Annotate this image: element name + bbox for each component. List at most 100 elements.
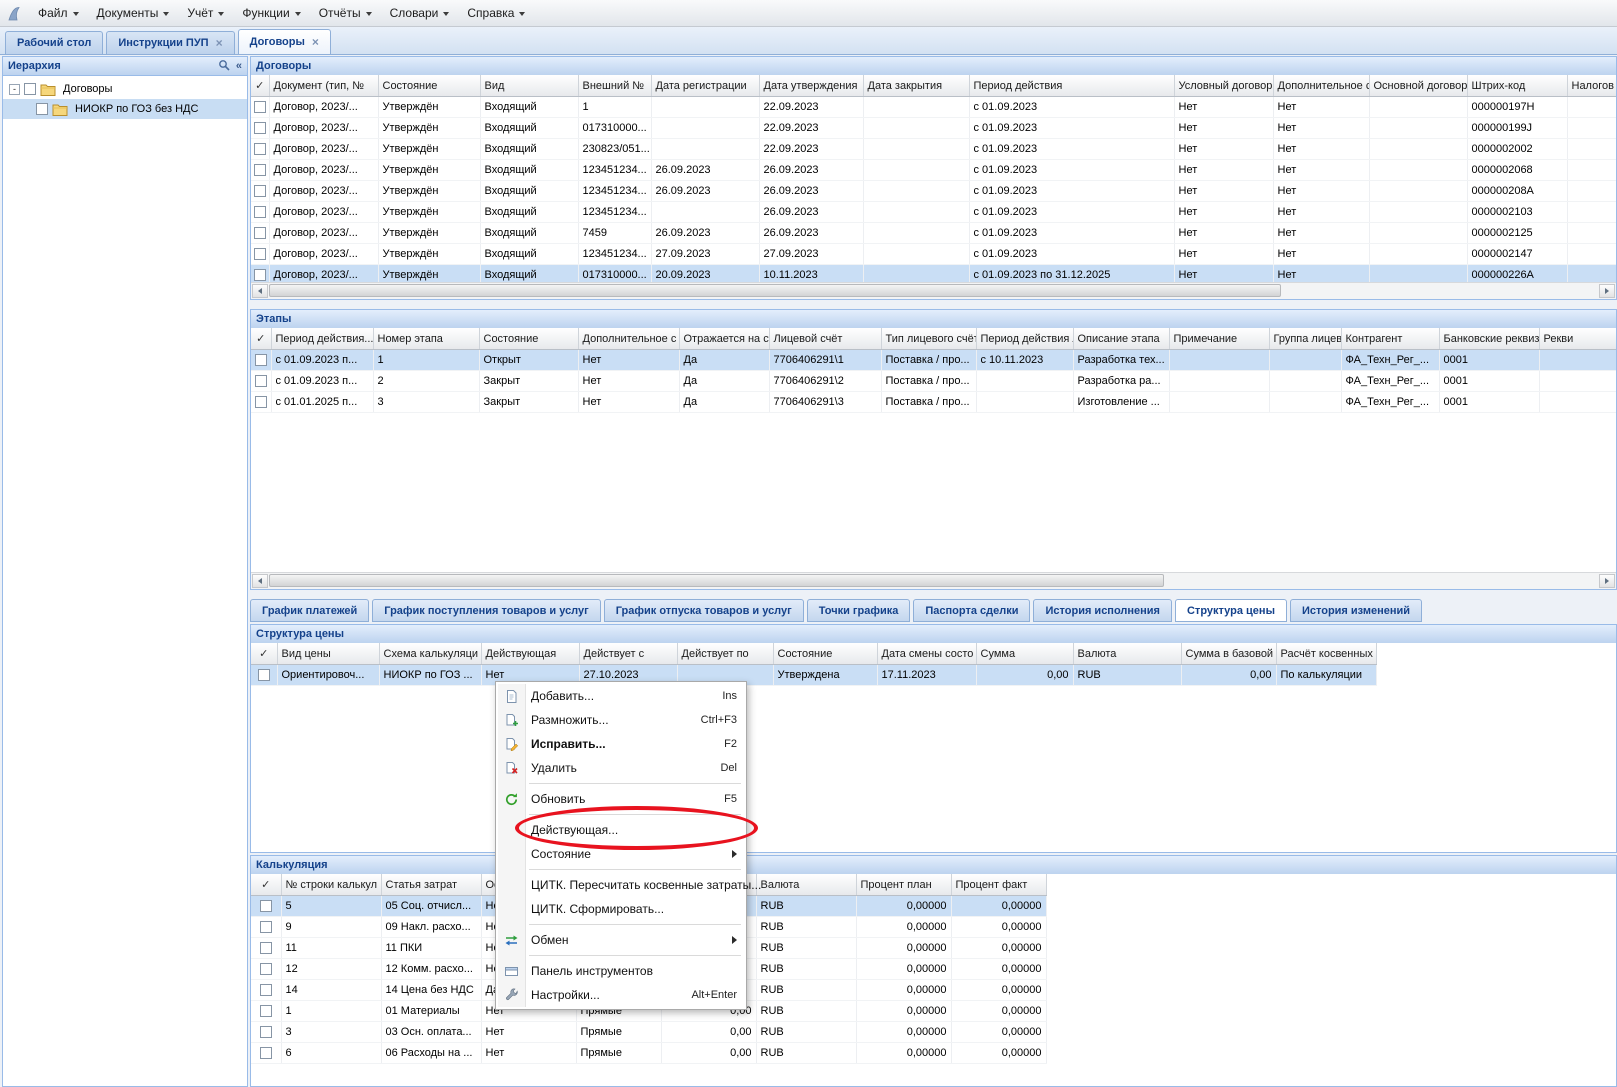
- subtab[interactable]: График платежей: [250, 599, 369, 622]
- column-header[interactable]: Вид: [480, 75, 578, 97]
- menu-item-duplicate[interactable]: Размножить...Ctrl+F3: [498, 708, 744, 732]
- column-header[interactable]: Период действия л: [976, 328, 1073, 350]
- menu-item-state[interactable]: Состояние: [498, 842, 744, 866]
- tab-close-icon[interactable]: ×: [216, 38, 223, 48]
- menubar-item[interactable]: Учёт: [178, 0, 233, 26]
- row-select-cell[interactable]: [251, 139, 269, 160]
- menu-item-settings[interactable]: Настройки...Alt+Enter: [498, 983, 744, 1007]
- column-header[interactable]: Период действия: [969, 75, 1174, 97]
- table-row[interactable]: 303 Осн. оплата...НетПрямые0,00RUB0,0000…: [251, 1022, 1046, 1043]
- table-row[interactable]: Договор, 2023/...УтверждёнВходящий123451…: [251, 160, 1616, 181]
- subtab[interactable]: Точки графика: [807, 599, 911, 622]
- scroll-right-button[interactable]: [1599, 574, 1615, 588]
- row-checkbox[interactable]: [254, 269, 266, 281]
- column-header[interactable]: Действует по: [677, 643, 773, 665]
- row-checkbox[interactable]: [254, 248, 266, 260]
- column-header[interactable]: Валюта: [756, 874, 856, 896]
- subtab[interactable]: История изменений: [1290, 599, 1422, 622]
- scrollbar-thumb[interactable]: [269, 574, 1164, 587]
- contracts-hscrollbar[interactable]: [251, 282, 1616, 299]
- tree-checkbox[interactable]: [36, 103, 48, 115]
- column-header[interactable]: Примечание: [1169, 328, 1269, 350]
- scroll-left-button[interactable]: [252, 574, 268, 588]
- menu-item-acting[interactable]: Действующая...: [498, 818, 744, 842]
- column-header[interactable]: Лицевой счёт: [769, 328, 881, 350]
- table-row[interactable]: с 01.09.2023 п...1ОткрытНетДа7706406291\…: [251, 350, 1616, 371]
- subtab[interactable]: Структура цены: [1175, 599, 1287, 622]
- column-header[interactable]: Тип лицевого счёт: [881, 328, 976, 350]
- tab-close-icon[interactable]: ×: [312, 37, 319, 47]
- table-row[interactable]: Договор, 2023/...УтверждёнВходящий017310…: [251, 265, 1616, 284]
- row-checkbox[interactable]: [260, 900, 272, 912]
- row-checkbox[interactable]: [254, 164, 266, 176]
- row-select-cell[interactable]: [251, 350, 271, 371]
- menu-item-exchange[interactable]: Обмен: [498, 928, 744, 952]
- row-select-cell[interactable]: [251, 97, 269, 118]
- row-select-cell[interactable]: [251, 980, 281, 1001]
- row-checkbox[interactable]: [254, 227, 266, 239]
- menubar-item[interactable]: Документы: [88, 0, 179, 26]
- tree-node[interactable]: НИОКР по ГОЗ без НДС: [3, 99, 247, 119]
- column-header[interactable]: Дополнительное с: [1273, 75, 1369, 97]
- table-row[interactable]: Договор, 2023/...УтверждёнВходящий017310…: [251, 118, 1616, 139]
- table-row[interactable]: Договор, 2023/...УтверждёнВходящий122.09…: [251, 97, 1616, 118]
- expand-toggle-icon[interactable]: -: [9, 84, 20, 95]
- column-header[interactable]: Штрих-код: [1467, 75, 1567, 97]
- column-header[interactable]: Налогов: [1567, 75, 1616, 97]
- column-header[interactable]: Действует с: [579, 643, 677, 665]
- row-checkbox[interactable]: [260, 1005, 272, 1017]
- collapse-panel-icon[interactable]: «: [236, 60, 242, 72]
- row-checkbox[interactable]: [260, 942, 272, 954]
- tab-active[interactable]: Договоры×: [238, 29, 331, 54]
- subtab[interactable]: Паспорта сделки: [913, 599, 1030, 622]
- select-all-header[interactable]: ✓: [251, 328, 271, 350]
- table-row[interactable]: Договор, 2023/...УтверждёнВходящий745926…: [251, 223, 1616, 244]
- column-header[interactable]: Группа лицевых сч: [1269, 328, 1341, 350]
- row-select-cell[interactable]: [251, 265, 269, 284]
- row-checkbox[interactable]: [254, 101, 266, 113]
- menu-item-delete[interactable]: УдалитьDel: [498, 756, 744, 780]
- column-header[interactable]: Внешний №: [578, 75, 651, 97]
- column-header[interactable]: Контрагент: [1341, 328, 1439, 350]
- column-header[interactable]: Состояние: [378, 75, 480, 97]
- row-checkbox[interactable]: [260, 984, 272, 996]
- column-header[interactable]: № строки калькул: [281, 874, 381, 896]
- row-checkbox[interactable]: [260, 921, 272, 933]
- table-row[interactable]: Договор, 2023/...УтверждёнВходящий230823…: [251, 139, 1616, 160]
- column-header[interactable]: Вид цены: [277, 643, 379, 665]
- scroll-right-button[interactable]: [1599, 284, 1615, 298]
- table-row[interactable]: с 01.09.2023 п...2ЗакрытНетДа7706406291\…: [251, 371, 1616, 392]
- column-header[interactable]: Рекви: [1539, 328, 1616, 350]
- column-header[interactable]: Состояние: [479, 328, 578, 350]
- row-select-cell[interactable]: [251, 665, 277, 686]
- menubar-item[interactable]: Функции: [233, 0, 309, 26]
- row-checkbox[interactable]: [254, 185, 266, 197]
- column-header[interactable]: Описание этапа: [1073, 328, 1169, 350]
- row-select-cell[interactable]: [251, 392, 271, 413]
- column-header[interactable]: Период действия...: [271, 328, 373, 350]
- select-all-header[interactable]: ✓: [251, 643, 277, 665]
- menubar-item[interactable]: Отчёты: [310, 0, 381, 26]
- select-all-header[interactable]: ✓: [251, 75, 269, 97]
- row-checkbox[interactable]: [255, 396, 267, 408]
- row-select-cell[interactable]: [251, 959, 281, 980]
- table-row[interactable]: Договор, 2023/...УтверждёнВходящий123451…: [251, 181, 1616, 202]
- menubar-item[interactable]: Справка: [458, 0, 534, 26]
- column-header[interactable]: Дата закрытия: [863, 75, 969, 97]
- row-select-cell[interactable]: [251, 181, 269, 202]
- table-row[interactable]: Договор, 2023/...УтверждёнВходящий123451…: [251, 244, 1616, 265]
- menubar-item[interactable]: Словари: [381, 0, 459, 26]
- scroll-left-button[interactable]: [252, 284, 268, 298]
- table-row[interactable]: Договор, 2023/...УтверждёнВходящий123451…: [251, 202, 1616, 223]
- column-header[interactable]: Банковские реквиз: [1439, 328, 1539, 350]
- column-header[interactable]: Дата регистрации: [651, 75, 759, 97]
- menu-item-edit[interactable]: Исправить...F2: [498, 732, 744, 756]
- row-select-cell[interactable]: [251, 896, 281, 917]
- row-checkbox[interactable]: [255, 354, 267, 366]
- column-header[interactable]: Основной договор: [1369, 75, 1467, 97]
- row-select-cell[interactable]: [251, 371, 271, 392]
- column-header[interactable]: Валюта: [1073, 643, 1181, 665]
- tree-checkbox[interactable]: [24, 83, 36, 95]
- table-row[interactable]: с 01.01.2025 п...3ЗакрытНетДа7706406291\…: [251, 392, 1616, 413]
- row-checkbox[interactable]: [258, 669, 270, 681]
